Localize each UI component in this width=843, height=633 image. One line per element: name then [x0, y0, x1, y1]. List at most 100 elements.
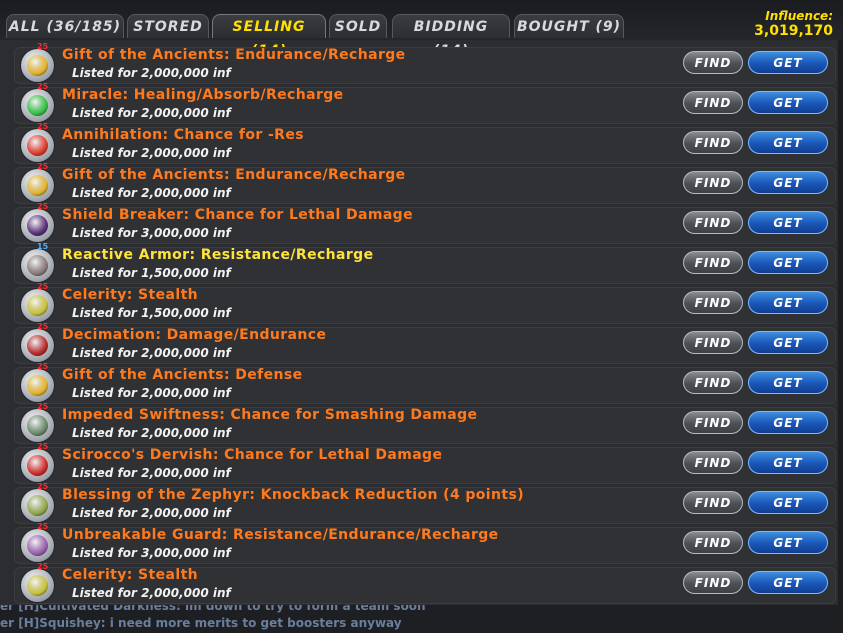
find-button[interactable]: FIND	[683, 171, 743, 194]
get-button[interactable]: GET	[748, 571, 828, 594]
tab-all[interactable]: ALL (36/185)	[6, 14, 124, 38]
celerity-icon: 25	[21, 282, 54, 322]
find-button[interactable]: FIND	[683, 51, 743, 74]
find-button[interactable]: FIND	[683, 91, 743, 114]
listed-price: Listed for 2,000,000 inf	[72, 186, 231, 200]
tab-selling[interactable]: SELLING (14)	[212, 14, 326, 59]
reactive-armor-icon: 15	[21, 242, 54, 282]
scrollbar[interactable]	[838, 40, 843, 605]
find-button[interactable]: FIND	[683, 251, 743, 274]
influence-label: Influence:	[765, 9, 833, 23]
enhancement-level: 25	[37, 482, 49, 491]
listed-price: Listed for 3,000,000 inf	[72, 226, 231, 240]
item-name: Annihilation: Chance for -Res	[62, 127, 304, 143]
item-name: Reactive Armor: Resistance/Recharge	[62, 247, 374, 263]
blessing-zephyr-icon: 25	[21, 482, 54, 522]
listing-row[interactable]: 25 Gift of the Ancients: Endurance/Rechar…	[14, 162, 836, 204]
gift-of-ancients-icon: 25	[21, 42, 54, 82]
listed-price: Listed for 2,000,000 inf	[72, 146, 231, 160]
find-button[interactable]: FIND	[683, 371, 743, 394]
item-name: Scirocco's Dervish: Chance for Lethal Da…	[62, 447, 443, 463]
get-button[interactable]: GET	[748, 211, 828, 234]
item-name: Gift of the Ancients: Defense	[62, 367, 303, 383]
tab-sold[interactable]: SOLD	[329, 14, 387, 38]
get-button[interactable]: GET	[748, 451, 828, 474]
gift-of-ancients-icon: 25	[21, 362, 54, 402]
listed-price: Listed for 1,500,000 inf	[72, 306, 231, 320]
get-button[interactable]: GET	[748, 531, 828, 554]
listed-price: Listed for 2,000,000 inf	[72, 346, 231, 360]
listing-row[interactable]: 25 Decimation: Damage/Endurance Listed for…	[14, 322, 836, 364]
get-button[interactable]: GET	[748, 411, 828, 434]
find-button[interactable]: FIND	[683, 331, 743, 354]
enhancement-level: 15	[37, 242, 49, 251]
listing-row[interactable]: 25 Miracle: Healing/Absorb/Recharge Listed…	[14, 82, 836, 124]
listed-price: Listed for 3,000,000 inf	[72, 546, 231, 560]
enhancement-level: 25	[37, 82, 49, 91]
item-name: Impeded Swiftness: Chance for Smashing D…	[62, 407, 478, 423]
enhancement-level: 25	[37, 122, 49, 131]
item-name: Celerity: Stealth	[62, 287, 199, 303]
impeded-swiftness-icon: 25	[21, 402, 54, 442]
listed-price: Listed for 1,500,000 inf	[72, 266, 231, 280]
listed-price: Listed for 2,000,000 inf	[72, 506, 231, 520]
item-name: Miracle: Healing/Absorb/Recharge	[62, 87, 344, 103]
enhancement-level: 25	[37, 282, 49, 291]
get-button[interactable]: GET	[748, 371, 828, 394]
listing-row[interactable]: 25 Blessing of the Zephyr: Knockback Redu…	[14, 482, 836, 524]
tab-stored[interactable]: STORED	[127, 14, 209, 38]
get-button[interactable]: GET	[748, 491, 828, 514]
enhancement-level: 25	[37, 202, 49, 211]
get-button[interactable]: GET	[748, 51, 828, 74]
listing-row[interactable]: 25 Unbreakable Guard: Resistance/Enduranc…	[14, 522, 836, 564]
listing-row[interactable]: 25 Impeded Swiftness: Chance for Smashing…	[14, 402, 836, 444]
find-button[interactable]: FIND	[683, 131, 743, 154]
enhancement-level: 25	[37, 442, 49, 451]
listing-row[interactable]: 15 Reactive Armor: Resistance/Recharge Lis…	[14, 242, 836, 284]
find-button[interactable]: FIND	[683, 491, 743, 514]
listing-row[interactable]: 25 Gift of the Ancients: Defense Listed fo…	[14, 362, 836, 404]
enhancement-level: 25	[37, 362, 49, 371]
get-button[interactable]: GET	[748, 131, 828, 154]
enhancement-level: 25	[37, 322, 49, 331]
listing-row[interactable]: 25 Celerity: Stealth Listed for 2,000,000 …	[14, 562, 836, 604]
find-button[interactable]: FIND	[683, 451, 743, 474]
enhancement-level: 25	[37, 402, 49, 411]
shield-breaker-icon: 25	[21, 202, 54, 242]
get-button[interactable]: GET	[748, 331, 828, 354]
celerity-icon: 25	[21, 562, 54, 602]
listing-row[interactable]: 25 Celerity: Stealth Listed for 1,500,000 …	[14, 282, 836, 324]
listing-row[interactable]: 25 Annihilation: Chance for -Res Listed fo…	[14, 122, 836, 164]
listed-price: Listed for 2,000,000 inf	[72, 466, 231, 480]
sciroccos-dervish-icon: 25	[21, 442, 54, 482]
item-name: Shield Breaker: Chance for Lethal Damage	[62, 207, 413, 223]
find-button[interactable]: FIND	[683, 411, 743, 434]
listing-row[interactable]: 25 Shield Breaker: Chance for Lethal Dama…	[14, 202, 836, 244]
listed-price: Listed for 2,000,000 inf	[72, 586, 231, 600]
item-name: Blessing of the Zephyr: Knockback Reduct…	[62, 487, 524, 503]
chat-line: er [H]Squishey: i need more merits to ge…	[0, 616, 402, 630]
get-button[interactable]: GET	[748, 91, 828, 114]
listing-row[interactable]: 25 Scirocco's Dervish: Chance for Lethal …	[14, 442, 836, 484]
find-button[interactable]: FIND	[683, 211, 743, 234]
tab-bidding[interactable]: BIDDING (14)	[392, 14, 510, 59]
listed-price: Listed for 2,000,000 inf	[72, 426, 231, 440]
decimation-icon: 25	[21, 322, 54, 362]
auction-house-window: ALL (36/185) STORED SELLING (14) SOLD BI…	[0, 0, 843, 605]
enhancement-level: 25	[37, 42, 49, 51]
listing-row[interactable]: 25 Gift of the Ancients: Endurance/Rechar…	[14, 42, 836, 84]
tab-bought[interactable]: BOUGHT (9)	[514, 14, 624, 38]
get-button[interactable]: GET	[748, 291, 828, 314]
find-button[interactable]: FIND	[683, 531, 743, 554]
item-name: Gift of the Ancients: Endurance/Recharge	[62, 47, 406, 63]
get-button[interactable]: GET	[748, 251, 828, 274]
item-name: Unbreakable Guard: Resistance/Endurance/…	[62, 527, 499, 543]
enhancement-level: 25	[37, 162, 49, 171]
item-name: Gift of the Ancients: Endurance/Recharge	[62, 167, 406, 183]
unbreakable-guard-icon: 25	[21, 522, 54, 562]
item-name: Celerity: Stealth	[62, 567, 199, 583]
find-button[interactable]: FIND	[683, 291, 743, 314]
find-button[interactable]: FIND	[683, 571, 743, 594]
listed-price: Listed for 2,000,000 inf	[72, 66, 231, 80]
get-button[interactable]: GET	[748, 171, 828, 194]
